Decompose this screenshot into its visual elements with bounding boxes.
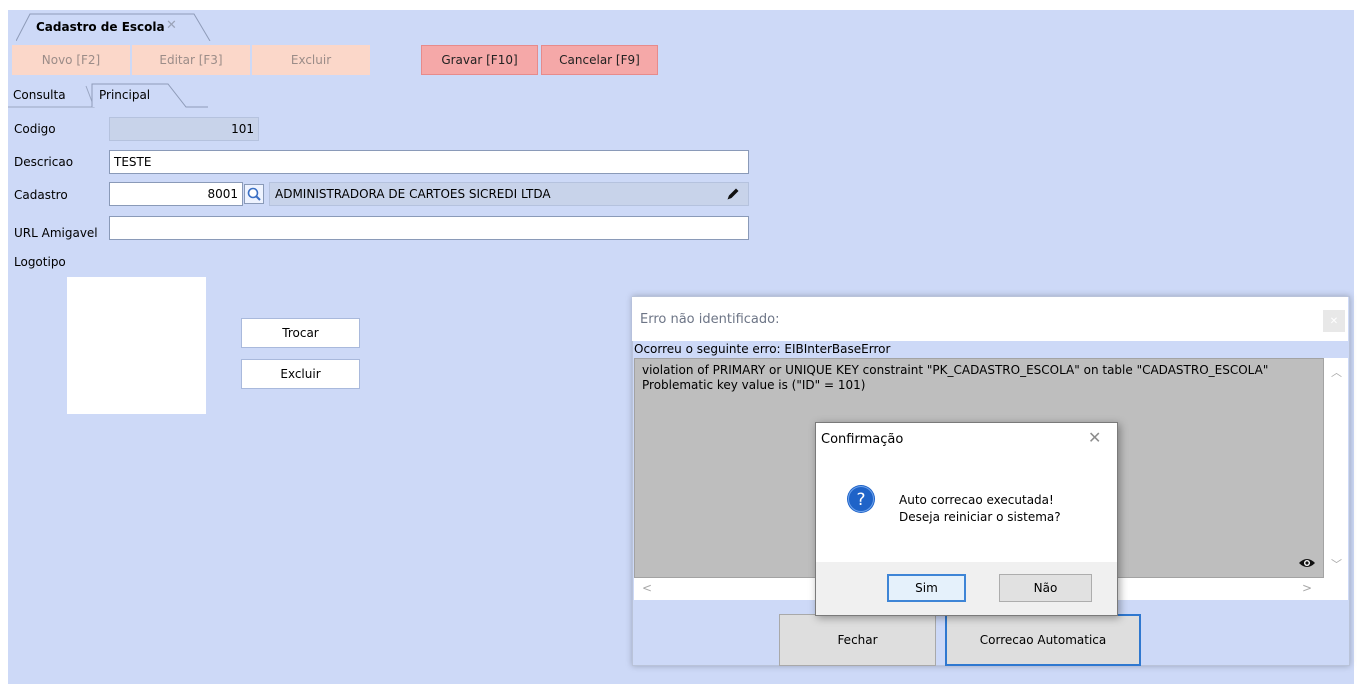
chevron-down-icon[interactable]: ﹀ bbox=[1331, 556, 1342, 572]
error-message-line2: Problematic key value is ("ID" = 101) bbox=[642, 378, 866, 392]
codigo-value: 101 bbox=[231, 122, 254, 136]
eye-icon[interactable] bbox=[1298, 556, 1316, 570]
logotipo-label: Logotipo bbox=[14, 255, 66, 269]
svg-text:?: ? bbox=[856, 490, 865, 510]
url-input[interactable] bbox=[109, 216, 749, 240]
excluir-logo-button[interactable]: Excluir bbox=[241, 359, 360, 389]
url-label: URL Amigavel bbox=[14, 226, 98, 240]
question-icon: ? bbox=[846, 484, 876, 514]
error-dialog-title: Erro não identificado: bbox=[640, 312, 780, 327]
close-icon[interactable]: ✕ bbox=[166, 18, 177, 33]
tab-principal[interactable]: Principal bbox=[99, 88, 150, 102]
document-tab-label: Cadastro de Escola bbox=[36, 20, 165, 34]
gravar-button[interactable]: Gravar [F10] bbox=[421, 45, 538, 75]
question-glyph: ? bbox=[847, 485, 875, 513]
novo-button[interactable]: Novo [F2] bbox=[12, 45, 130, 75]
chevron-left-icon[interactable]: < bbox=[642, 581, 652, 595]
document-tab[interactable]: Cadastro de Escola ✕ bbox=[16, 13, 212, 41]
error-message-line1: violation of PRIMARY or UNIQUE KEY const… bbox=[642, 363, 1269, 377]
nao-button[interactable]: Não bbox=[999, 574, 1092, 602]
logo-image-box[interactable] bbox=[67, 277, 206, 414]
close-icon[interactable]: ✕ bbox=[1088, 428, 1101, 447]
search-glyph bbox=[247, 187, 261, 201]
eye-glyph bbox=[1299, 559, 1315, 567]
descricao-input[interactable]: TESTE bbox=[109, 150, 749, 174]
editar-button[interactable]: Editar [F3] bbox=[132, 45, 250, 75]
cancelar-button[interactable]: Cancelar [F9] bbox=[541, 45, 658, 75]
excluir-toolbar-button[interactable]: Excluir bbox=[252, 45, 370, 75]
cadastro-name-field: ADMINISTRADORA DE CARTOES SICREDI LTDA bbox=[269, 182, 749, 206]
chevron-up-icon[interactable]: ︿ bbox=[1331, 364, 1342, 380]
pencil-glyph bbox=[727, 188, 739, 200]
sim-button[interactable]: Sim bbox=[887, 574, 966, 602]
fechar-button[interactable]: Fechar bbox=[779, 614, 936, 666]
error-subtitle: Ocorreu o seguinte erro: EIBInterBaseErr… bbox=[634, 342, 891, 356]
close-icon: ✕ bbox=[1329, 315, 1339, 327]
correcao-automatica-button[interactable]: Correcao Automatica bbox=[945, 614, 1141, 666]
trocar-button[interactable]: Trocar bbox=[241, 318, 360, 348]
cadastro-name-value: ADMINISTRADORA DE CARTOES SICREDI LTDA bbox=[275, 187, 551, 201]
confirm-message-line1: Auto correcao executada! bbox=[899, 493, 1054, 507]
error-close-button[interactable]: ✕ bbox=[1323, 310, 1345, 332]
confirm-message-line2: Deseja reiniciar o sistema? bbox=[899, 510, 1061, 524]
codigo-label: Codigo bbox=[14, 122, 56, 136]
confirm-dialog: Confirmação ✕ ? Auto correcao executada!… bbox=[815, 422, 1118, 616]
codigo-field: 101 bbox=[109, 117, 259, 141]
pencil-icon[interactable] bbox=[725, 186, 741, 202]
cadastro-code-input[interactable]: 8001 bbox=[109, 182, 243, 206]
descricao-value: TESTE bbox=[114, 155, 152, 169]
descricao-label: Descricao bbox=[14, 155, 74, 169]
confirm-dialog-footer: Sim Não bbox=[816, 562, 1117, 615]
search-icon[interactable] bbox=[244, 184, 264, 204]
cadastro-label: Cadastro bbox=[14, 188, 68, 202]
tab-consulta[interactable]: Consulta bbox=[13, 88, 66, 102]
vertical-scrollbar[interactable]: ︿ ﹀ bbox=[1324, 358, 1348, 578]
confirm-dialog-title: Confirmação bbox=[821, 432, 904, 447]
tab-bar: Consulta Principal bbox=[8, 82, 208, 108]
cadastro-code-value: 8001 bbox=[207, 187, 238, 201]
chevron-right-icon[interactable]: > bbox=[1302, 581, 1312, 595]
error-dialog-titlebar: Erro não identificado: bbox=[632, 297, 1348, 341]
